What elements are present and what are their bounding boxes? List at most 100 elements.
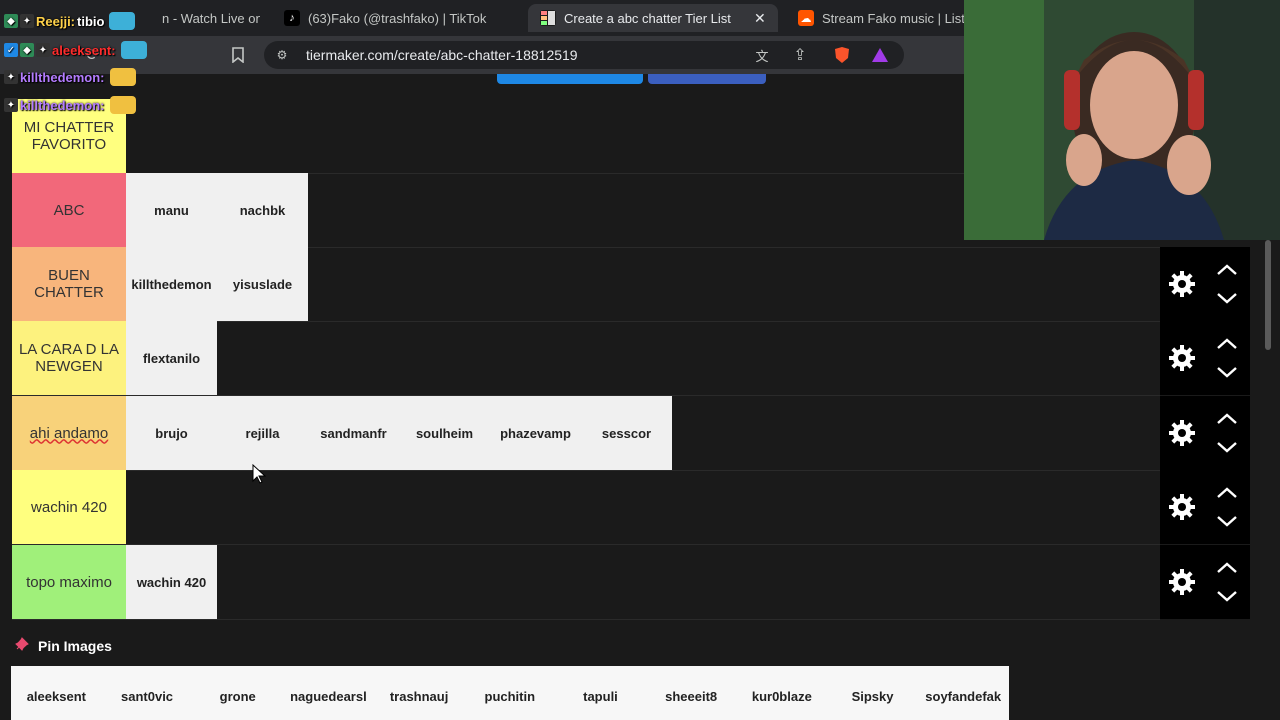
pool-item-card[interactable]: kur0blaze: [737, 666, 828, 720]
tier-item-card[interactable]: sandmanfr: [308, 396, 399, 470]
chevron-down-icon[interactable]: [1216, 440, 1238, 454]
tier-item-card[interactable]: yisuslade: [217, 247, 308, 321]
chat-username: killthedemon:: [20, 97, 105, 113]
tier-item-card[interactable]: soulheim: [399, 396, 490, 470]
emote-icon: [109, 96, 136, 114]
emote-icon: [120, 41, 147, 59]
tier-item-card[interactable]: rejilla: [217, 396, 308, 470]
top-action-button-1[interactable]: [497, 74, 643, 84]
tier-label[interactable]: ahi andamo: [12, 396, 126, 470]
pool-item-card[interactable]: grone: [192, 666, 283, 720]
verified-badge-icon: ✓: [4, 43, 18, 57]
pin-images-header[interactable]: Pin Images: [14, 636, 112, 655]
chevron-down-icon[interactable]: [1216, 291, 1238, 305]
tier-items-zone[interactable]: flextanilo: [126, 321, 217, 395]
tier-items-zone[interactable]: killthedemon yisuslade: [126, 247, 308, 321]
tier-item-card[interactable]: nachbk: [217, 173, 308, 247]
chevron-up-icon[interactable]: [1216, 486, 1238, 500]
tier-label[interactable]: BUEN CHATTER: [12, 247, 126, 321]
soundcloud-icon: ☁: [798, 10, 814, 26]
brave-rewards-icon[interactable]: [870, 45, 890, 65]
translate-icon[interactable]: 文: [752, 45, 772, 65]
chevron-down-icon[interactable]: [1216, 514, 1238, 528]
pool-item-card[interactable]: tapuli: [555, 666, 646, 720]
emote-icon: [109, 12, 136, 30]
streamer-webcam: [964, 0, 1280, 240]
gear-icon[interactable]: [1168, 270, 1196, 298]
row-controls: [1160, 470, 1250, 544]
site-info-icon[interactable]: ⚙: [274, 47, 290, 63]
tab-tiktok[interactable]: ♪ (63)Fako (@trashfako) | TikTok: [272, 4, 522, 32]
pool-item-card[interactable]: puchitin: [464, 666, 555, 720]
pool-item-card[interactable]: aleeksent: [11, 666, 102, 720]
subscriber-badge-icon: ◆: [20, 43, 34, 57]
chevron-down-icon[interactable]: [1216, 589, 1238, 603]
pool-item-card[interactable]: sant0vic: [102, 666, 193, 720]
page-scrollbar[interactable]: [1262, 240, 1274, 350]
tiermaker-icon: [540, 10, 556, 26]
tier-item-card[interactable]: phazevamp: [490, 396, 581, 470]
screen: n - Watch Live on ♪ (63)Fako (@trashfako…: [0, 0, 1280, 720]
mouse-cursor-icon: [252, 464, 266, 484]
tier-items-zone[interactable]: wachin 420: [126, 545, 217, 619]
chevron-up-icon[interactable]: [1216, 412, 1238, 426]
tier-row: LA CARA D LA NEWGEN flextanilo: [12, 321, 217, 395]
pin-icon: [14, 636, 30, 655]
close-tab-icon[interactable]: ✕: [754, 10, 766, 27]
chat-message: ✓ ◆ ✦ aleeksent:: [4, 40, 147, 60]
chevron-up-icon[interactable]: [1216, 337, 1238, 351]
moderator-badge-icon: ✦: [36, 43, 50, 57]
moderator-badge-icon: ✦: [20, 14, 34, 28]
top-action-button-2[interactable]: [648, 74, 766, 84]
row-controls: [1160, 247, 1250, 321]
chevron-up-icon[interactable]: [1216, 561, 1238, 575]
tier-item-card[interactable]: killthedemon: [126, 247, 217, 321]
tiktok-icon: ♪: [284, 10, 300, 26]
pool-item-card[interactable]: Sipsky: [827, 666, 918, 720]
chat-username: aleeksent:: [52, 42, 116, 58]
tier-row: ABC manu nachbk: [12, 173, 308, 247]
tier-row: topo maximo wachin 420: [12, 545, 217, 619]
tier-item-card[interactable]: manu: [126, 173, 217, 247]
tier-item-card[interactable]: flextanilo: [126, 321, 217, 395]
chat-text: tibio: [77, 13, 105, 29]
gear-icon[interactable]: [1168, 568, 1196, 596]
tier-label[interactable]: LA CARA D LA NEWGEN: [12, 321, 126, 395]
row-divider: [12, 470, 1160, 471]
pool-item-card[interactable]: naguedearsl: [283, 666, 374, 720]
moderator-badge-icon: ✦: [4, 98, 18, 112]
tab-soundcloud[interactable]: ☁ Stream Fako music | List: [786, 4, 966, 32]
tab-twitch[interactable]: n - Watch Live on: [150, 4, 260, 32]
brave-shields-icon[interactable]: [832, 45, 852, 65]
row-controls: [1160, 396, 1250, 470]
chevron-up-icon[interactable]: [1216, 263, 1238, 277]
pool-item-card[interactable]: sheeeit8: [646, 666, 737, 720]
tier-label[interactable]: topo maximo: [12, 545, 126, 619]
tab-tiermaker[interactable]: Create a abc chatter Tier List ✕: [528, 4, 778, 32]
row-divider: [12, 619, 1160, 620]
pool-item-card[interactable]: trashnauj: [374, 666, 465, 720]
gear-icon[interactable]: [1168, 493, 1196, 521]
scrollbar-thumb[interactable]: [1265, 240, 1271, 350]
gear-icon[interactable]: [1168, 344, 1196, 372]
chevron-down-icon[interactable]: [1216, 365, 1238, 379]
chat-username: killthedemon:: [20, 69, 105, 85]
tier-item-card[interactable]: brujo: [126, 396, 217, 470]
emote-icon: [109, 68, 136, 86]
tier-row: BUEN CHATTER killthedemon yisuslade: [12, 247, 308, 321]
pool-item-card[interactable]: soyfandefak: [918, 666, 1009, 720]
tier-items-zone[interactable]: manu nachbk: [126, 173, 308, 247]
tier-item-card[interactable]: sesscor: [581, 396, 672, 470]
moderator-badge-icon: ✦: [4, 70, 18, 84]
tier-items-zone[interactable]: brujo rejilla sandmanfr soulheim phazevamp se…: [126, 396, 672, 470]
tier-label[interactable]: ABC: [12, 173, 126, 247]
share-icon[interactable]: ⇪: [790, 45, 810, 65]
bookmark-icon[interactable]: [228, 44, 248, 66]
address-bar[interactable]: ⚙ tiermaker.com/create/abc-chatter-18812…: [264, 41, 904, 69]
gear-icon[interactable]: [1168, 419, 1196, 447]
chat-message: ✦ killthedemon:: [4, 67, 136, 87]
tier-item-card[interactable]: wachin 420: [126, 545, 217, 619]
tier-row: ahi andamo brujo rejilla sandmanfr soulheim p…: [12, 396, 672, 470]
subscriber-badge-icon: ◆: [4, 14, 18, 28]
tier-label[interactable]: wachin 420: [12, 470, 126, 544]
